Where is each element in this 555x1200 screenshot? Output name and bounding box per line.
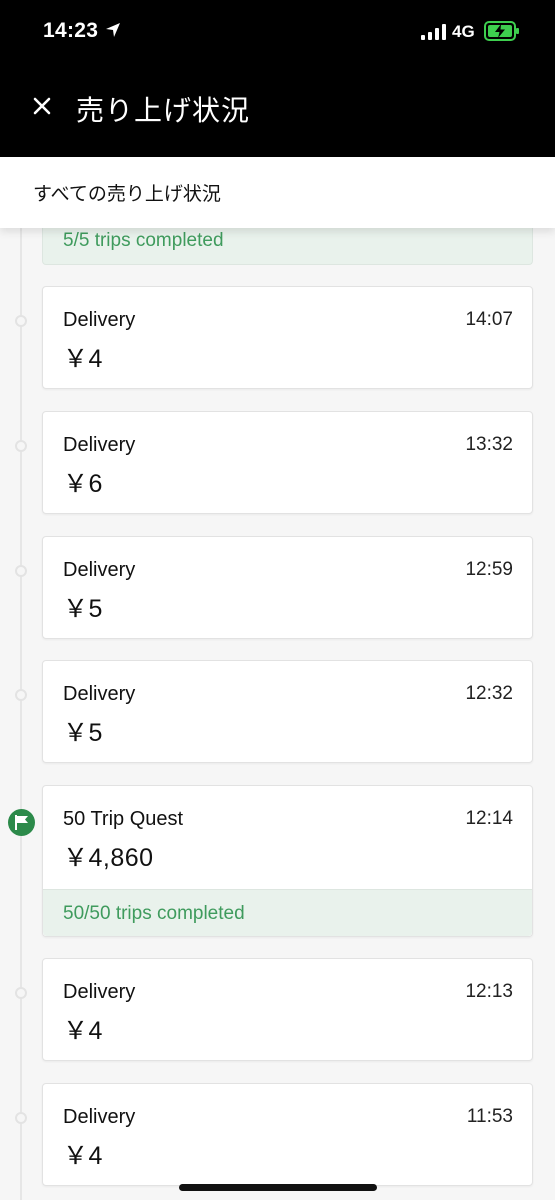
card-type: Delivery — [63, 1106, 136, 1128]
card-amount: ￥4 — [63, 345, 103, 373]
timeline-dot — [15, 987, 27, 999]
quest-flag-icon — [8, 809, 35, 836]
card-time: 12:59 — [465, 559, 513, 580]
quest-progress-footer: 50/50 trips completed — [43, 889, 532, 936]
network-type: 4G — [452, 22, 475, 41]
card-type: Delivery — [63, 309, 136, 331]
flag-icon — [15, 815, 28, 830]
timeline-dot — [15, 565, 27, 577]
card-amount: ￥4 — [63, 1142, 103, 1170]
card-amount: ￥5 — [63, 719, 103, 747]
card-type: Delivery — [63, 434, 136, 456]
card-amount: ￥4 — [63, 1017, 103, 1045]
card-time: 13:32 — [465, 434, 513, 455]
timeline-dot — [15, 315, 27, 327]
close-icon[interactable] — [32, 96, 52, 116]
card-amount: ￥4,860 — [63, 844, 154, 872]
signal-bars-icon — [421, 24, 446, 40]
quest-card[interactable]: 50 Trip Quest 12:14 ￥4,860 50/50 trips c… — [42, 785, 533, 937]
card-type: Delivery — [63, 559, 136, 581]
page-title: 売り上げ状況 — [76, 95, 251, 126]
card-type: 50 Trip Quest — [63, 808, 184, 830]
card-amount: ￥5 — [63, 595, 103, 623]
earnings-card[interactable]: Delivery 11:53 ￥4 — [42, 1083, 533, 1186]
earnings-card[interactable]: Delivery 14:07 ￥4 — [42, 286, 533, 389]
card-type: Delivery — [63, 981, 136, 1003]
card-amount: ￥6 — [63, 470, 103, 498]
page-header: 売り上げ状況 — [0, 62, 555, 157]
filter-label: すべての売り上げ状況 — [33, 184, 221, 205]
timeline-dot — [15, 440, 27, 452]
quest-progress-text: 50/50 trips completed — [63, 903, 245, 924]
card-time: 14:07 — [465, 309, 513, 330]
earnings-card[interactable]: Delivery 12:13 ￥4 — [42, 958, 533, 1061]
timeline-line — [20, 228, 22, 1200]
timeline-dot — [15, 1112, 27, 1124]
earnings-card[interactable]: Delivery 12:59 ￥5 — [42, 536, 533, 639]
card-type: Delivery — [63, 683, 136, 705]
card-time: 12:32 — [465, 683, 513, 704]
location-arrow-icon — [106, 23, 120, 37]
earnings-card[interactable]: Delivery 13:32 ￥6 — [42, 411, 533, 514]
filter-header[interactable]: すべての売り上げ状況 — [0, 157, 555, 228]
card-time: 12:14 — [465, 808, 513, 829]
battery-charging-icon — [484, 21, 519, 41]
earnings-card[interactable]: Delivery 12:32 ￥5 — [42, 660, 533, 763]
card-time: 12:13 — [465, 981, 513, 1002]
home-indicator[interactable] — [179, 1184, 377, 1191]
timeline-dot — [15, 689, 27, 701]
card-time: 11:53 — [466, 1106, 513, 1127]
status-bar: 14:23 4G — [0, 0, 555, 62]
status-time: 14:23 — [43, 19, 99, 42]
quest-progress-text: 5/5 trips completed — [63, 230, 224, 251]
